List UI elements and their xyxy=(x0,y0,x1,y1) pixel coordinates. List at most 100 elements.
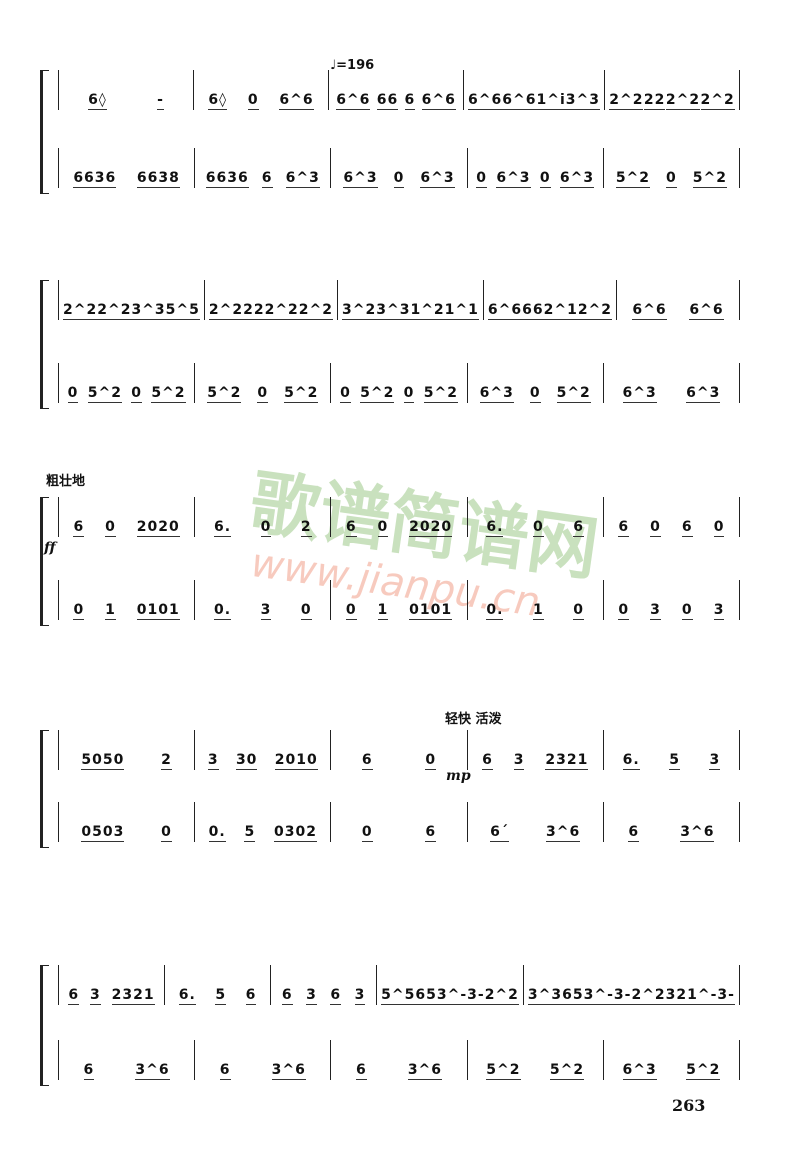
note: 2^2 xyxy=(97,302,132,320)
note: 0 xyxy=(260,519,272,537)
note: 6 xyxy=(361,752,373,770)
note: 2020 xyxy=(409,519,453,537)
note: 6^3 xyxy=(622,385,657,403)
note: 6^6 xyxy=(279,92,314,110)
note: 6. xyxy=(486,519,504,537)
note: 0 xyxy=(529,385,541,403)
note: 6´ xyxy=(490,824,509,842)
note: 1^1 xyxy=(444,302,479,320)
note: 6^6 xyxy=(468,92,503,110)
note: 0. xyxy=(213,602,232,620)
note: 2^2 xyxy=(577,302,613,320)
note: 30 xyxy=(235,752,258,770)
note: 3^3 xyxy=(376,302,411,320)
measure: 6 3^6 xyxy=(331,1040,468,1080)
measure: 6. 5 3 xyxy=(604,730,741,770)
measure: 3^3 653^-3- 2^2 321^-3- xyxy=(524,965,740,1005)
page-number: 263 xyxy=(672,1096,706,1115)
measure: 6◊ - xyxy=(58,70,195,110)
note: 3 xyxy=(650,602,661,620)
note: 0 xyxy=(377,519,389,537)
note: 6 xyxy=(261,170,273,188)
measure: 0. 1 0 xyxy=(468,580,604,620)
note: 6638 xyxy=(136,170,180,188)
note: 6 xyxy=(330,987,342,1005)
note: 5^2 xyxy=(486,1062,521,1080)
measure: 6^6 6^6 1^i 3^3 xyxy=(464,70,605,110)
note: 0 xyxy=(393,170,405,188)
measure: 6^3 5^2 xyxy=(604,1040,741,1080)
note: 1 xyxy=(377,602,389,620)
measure: 6◊ 0 6^6 xyxy=(194,70,330,110)
measure: 5^5 653^-3- 2^2 xyxy=(377,965,524,1005)
note: 5^2 xyxy=(556,385,591,403)
note: 5 xyxy=(669,752,680,770)
note: 0 xyxy=(476,170,488,188)
measure: 0 5^2 0 5^2 xyxy=(58,363,196,403)
note: 1 xyxy=(105,602,116,620)
note: 5^2 xyxy=(151,385,186,403)
measure: 5050 2 xyxy=(58,730,196,770)
upper-staff: 5050 2 3 30 2010 6 0 6 3 2321 6. 5 3 xyxy=(58,730,741,770)
measure: 2^2 2^2 3^3 5^5 xyxy=(58,280,205,320)
note: 3 xyxy=(306,987,317,1005)
note: 0. xyxy=(486,602,504,620)
note: 321^-3- xyxy=(665,987,735,1005)
note: 6 xyxy=(681,519,693,537)
note: 66 xyxy=(376,92,399,110)
measure: 3^2 3^3 1^2 1^1 xyxy=(338,280,484,320)
note: 0 xyxy=(131,385,142,403)
note: 5^2 xyxy=(284,385,319,403)
note: 0 xyxy=(67,385,79,403)
measure: 6636 6638 xyxy=(58,148,196,188)
note: 6636 xyxy=(73,170,117,188)
measure: 5^2 5^2 xyxy=(468,1040,604,1080)
note: 0 xyxy=(532,519,544,537)
note: 653^-3- xyxy=(562,987,632,1005)
note: 5^2 xyxy=(686,1062,721,1080)
note: 0101 xyxy=(409,602,453,620)
note: 3^6 xyxy=(135,1062,170,1080)
measure: 5^2 0 5^2 xyxy=(604,148,741,188)
measure: 6^6 6^6 xyxy=(617,280,740,320)
note: 0 xyxy=(300,602,312,620)
measure: 6 0 2020 xyxy=(331,497,468,537)
note: 0 xyxy=(361,824,373,842)
note: 6 xyxy=(355,1062,367,1080)
measure: 0 6^3 0 6^3 xyxy=(468,148,604,188)
note: 0 xyxy=(618,602,630,620)
note: 6 xyxy=(482,752,493,770)
note: 3^6 xyxy=(546,824,581,842)
note: 2 xyxy=(300,519,312,537)
score-page: 歌谱简谱网 www.jianpu.cn ♩=196 粗壮地 ff 轻快 活泼 m… xyxy=(0,0,800,1156)
note: 6^3 xyxy=(496,170,531,188)
measure: 06 xyxy=(331,802,468,842)
note: 2^2 xyxy=(63,302,98,320)
measure: 6 0 2020 xyxy=(58,497,196,537)
note: 6^3 xyxy=(559,170,595,188)
lower-staff: 0503 0 0. 5 0302 0 6 6´ 3^6 6 3^6 xyxy=(58,802,741,842)
note: 0 xyxy=(666,170,677,188)
note: 6636 xyxy=(205,170,249,188)
note: - xyxy=(157,92,164,110)
note: 6. xyxy=(622,752,640,770)
measure: 2^2 22 2^2 2^2 xyxy=(605,70,740,110)
measure: 6636 6 6^3 xyxy=(195,148,332,188)
measure: 6 3 2321 xyxy=(468,730,604,770)
note: 0 xyxy=(257,385,269,403)
note: 6^6 xyxy=(502,92,537,110)
upper-staff: 6◊ -6◊ 0 6^6 6^6 66 6 6^6 6^6 6^6 1^i 3^3 2^2 22 2^2 2^… xyxy=(58,70,740,110)
measure: 6363 xyxy=(271,965,378,1005)
staff-brace xyxy=(40,70,49,194)
note: 6^6 xyxy=(421,92,456,110)
staff-brace xyxy=(40,280,49,409)
lower-staff: 6636 6638 6636 6 6^3 6^3 0 6^3 0 6^3 0 6^3 5^2 0 5^2 xyxy=(58,148,741,188)
measure: 0 1 0101 xyxy=(58,580,196,620)
note: 3^2 xyxy=(342,302,377,320)
note: 0 xyxy=(345,602,357,620)
staff-brace xyxy=(40,730,49,848)
note: 5^2 xyxy=(423,385,458,403)
note: 6◊ xyxy=(88,92,107,110)
note: 2321 xyxy=(111,987,155,1005)
note: 3 xyxy=(354,987,366,1005)
